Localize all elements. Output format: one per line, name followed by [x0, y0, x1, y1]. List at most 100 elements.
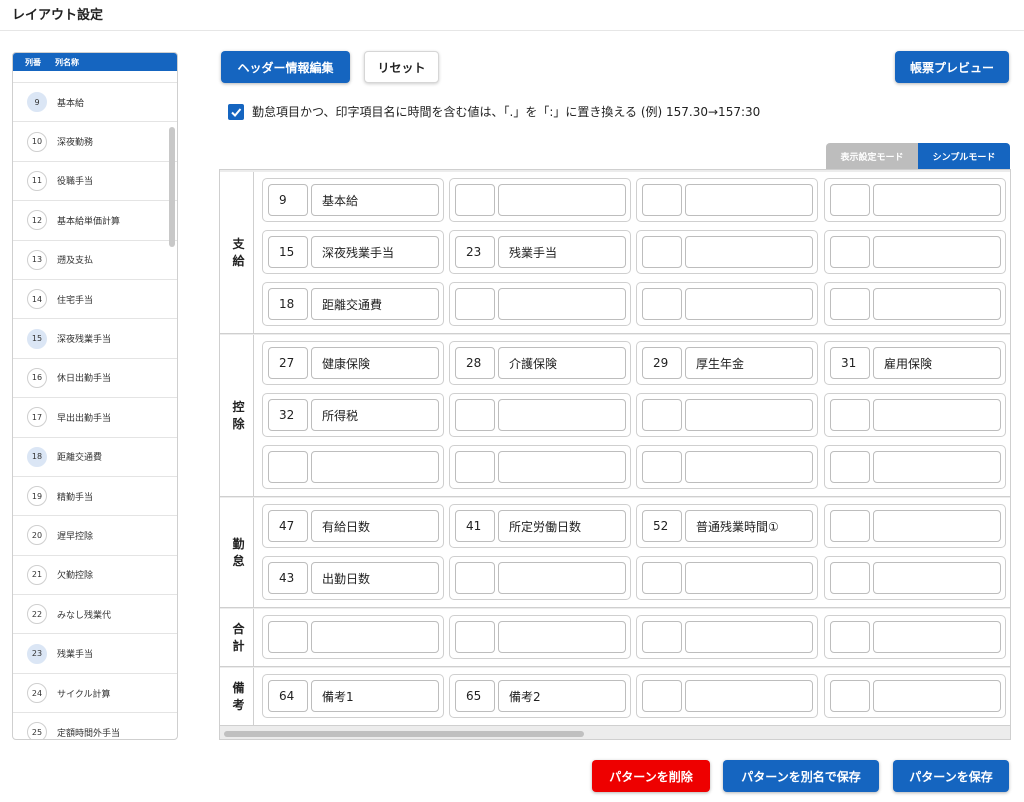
- item-slot[interactable]: 32 所得税: [262, 393, 444, 437]
- item-slot[interactable]: 43 出勤日数: [262, 556, 444, 600]
- list-item[interactable]: 24 サイクル計算: [13, 674, 177, 714]
- item-name-field[interactable]: [873, 510, 1001, 542]
- item-slot[interactable]: [824, 230, 1006, 274]
- item-slot[interactable]: 18 距離交通費: [262, 282, 444, 326]
- item-code-field[interactable]: [830, 184, 870, 216]
- save-as-pattern-button[interactable]: パターンを別名で保存: [723, 760, 879, 792]
- item-slot[interactable]: [636, 178, 818, 222]
- item-slot[interactable]: 29 厚生年金: [636, 341, 818, 385]
- item-name-field[interactable]: 備考2: [498, 680, 626, 712]
- item-code-field[interactable]: 18: [268, 288, 308, 320]
- item-code-field[interactable]: [642, 236, 682, 268]
- reset-button[interactable]: リセット: [364, 51, 439, 83]
- list-item[interactable]: 10 深夜勤務: [13, 122, 177, 162]
- item-name-field[interactable]: [498, 288, 626, 320]
- item-name-field[interactable]: [873, 562, 1001, 594]
- item-name-field[interactable]: 健康保険: [311, 347, 439, 379]
- item-code-field[interactable]: 31: [830, 347, 870, 379]
- item-slot[interactable]: 64 備考1: [262, 674, 444, 718]
- item-code-field[interactable]: [455, 621, 495, 653]
- list-item[interactable]: 23 残業手当: [13, 634, 177, 674]
- item-name-field[interactable]: [873, 399, 1001, 431]
- item-code-field[interactable]: 41: [455, 510, 495, 542]
- list-item[interactable]: 20 遅早控除: [13, 516, 177, 556]
- item-code-field[interactable]: [642, 562, 682, 594]
- item-name-field[interactable]: [685, 680, 813, 712]
- item-code-field[interactable]: [455, 451, 495, 483]
- item-code-field[interactable]: [455, 399, 495, 431]
- save-pattern-button[interactable]: パターンを保存: [893, 760, 1009, 792]
- item-code-field[interactable]: [830, 621, 870, 653]
- item-slot[interactable]: [824, 282, 1006, 326]
- item-name-field[interactable]: 雇用保険: [873, 347, 1001, 379]
- column-list-body[interactable]: 9 基本給 10 深夜勤務 11 役職手当 12 基本給単価計算 13 遡及支払 14 住宅手当 15 深…: [13, 71, 177, 739]
- item-name-field[interactable]: [873, 184, 1001, 216]
- item-name-field[interactable]: 残業手当: [498, 236, 626, 268]
- item-name-field[interactable]: [685, 621, 813, 653]
- item-slot[interactable]: [824, 674, 1006, 718]
- item-name-field[interactable]: 所定労働日数: [498, 510, 626, 542]
- item-name-field[interactable]: 備考1: [311, 680, 439, 712]
- item-code-field[interactable]: [455, 184, 495, 216]
- item-code-field[interactable]: 52: [642, 510, 682, 542]
- item-slot[interactable]: 15 深夜残業手当: [262, 230, 444, 274]
- item-name-field[interactable]: 出勤日数: [311, 562, 439, 594]
- item-slot[interactable]: [636, 230, 818, 274]
- list-item[interactable]: 18 距離交通費: [13, 438, 177, 477]
- item-code-field[interactable]: 29: [642, 347, 682, 379]
- item-code-field[interactable]: [642, 399, 682, 431]
- item-code-field[interactable]: 27: [268, 347, 308, 379]
- item-name-field[interactable]: [873, 451, 1001, 483]
- item-slot[interactable]: [824, 393, 1006, 437]
- item-code-field[interactable]: 9: [268, 184, 308, 216]
- list-item[interactable]: 21 欠勤控除: [13, 556, 177, 596]
- item-name-field[interactable]: [685, 236, 813, 268]
- item-name-field[interactable]: [311, 621, 439, 653]
- item-slot[interactable]: [824, 615, 1006, 659]
- list-item[interactable]: 12 基本給単価計算: [13, 201, 177, 241]
- item-slot[interactable]: [824, 556, 1006, 600]
- list-item[interactable]: 25 定額時間外手当: [13, 713, 177, 739]
- item-code-field[interactable]: 47: [268, 510, 308, 542]
- item-code-field[interactable]: [830, 510, 870, 542]
- item-name-field[interactable]: [685, 451, 813, 483]
- grid-horizontal-scrollbar[interactable]: [224, 731, 584, 737]
- item-slot[interactable]: [636, 393, 818, 437]
- item-name-field[interactable]: 基本給: [311, 184, 439, 216]
- item-name-field[interactable]: [498, 562, 626, 594]
- item-name-field[interactable]: [498, 451, 626, 483]
- item-slot[interactable]: [636, 445, 818, 489]
- time-format-checkbox[interactable]: [228, 103, 244, 120]
- item-code-field[interactable]: [455, 562, 495, 594]
- item-slot[interactable]: [449, 445, 631, 489]
- item-slot[interactable]: [262, 445, 444, 489]
- item-name-field[interactable]: 有給日数: [311, 510, 439, 542]
- item-slot[interactable]: [449, 178, 631, 222]
- list-item[interactable]: 13 遡及支払: [13, 241, 177, 280]
- item-slot[interactable]: [449, 393, 631, 437]
- item-slot[interactable]: [636, 615, 818, 659]
- item-slot[interactable]: [636, 674, 818, 718]
- item-code-field[interactable]: 64: [268, 680, 308, 712]
- list-item[interactable]: 17 早出出勤手当: [13, 398, 177, 438]
- item-name-field[interactable]: [685, 288, 813, 320]
- item-code-field[interactable]: [830, 288, 870, 320]
- item-code-field[interactable]: 65: [455, 680, 495, 712]
- column-list-scrollbar[interactable]: [169, 127, 175, 247]
- item-code-field[interactable]: [830, 562, 870, 594]
- item-slot[interactable]: [449, 282, 631, 326]
- tab-display-setting-mode[interactable]: 表示設定モード: [826, 143, 918, 169]
- item-code-field[interactable]: [455, 288, 495, 320]
- header-edit-button[interactable]: ヘッダー情報編集: [221, 51, 350, 83]
- item-name-field[interactable]: [498, 621, 626, 653]
- preview-button[interactable]: 帳票プレビュー: [895, 51, 1009, 83]
- item-slot[interactable]: 65 備考2: [449, 674, 631, 718]
- item-code-field[interactable]: [268, 451, 308, 483]
- item-code-field[interactable]: [642, 451, 682, 483]
- item-name-field[interactable]: [498, 399, 626, 431]
- item-slot[interactable]: 31 雇用保険: [824, 341, 1006, 385]
- item-code-field[interactable]: [268, 621, 308, 653]
- item-slot[interactable]: [449, 556, 631, 600]
- item-code-field[interactable]: 43: [268, 562, 308, 594]
- item-code-field[interactable]: 23: [455, 236, 495, 268]
